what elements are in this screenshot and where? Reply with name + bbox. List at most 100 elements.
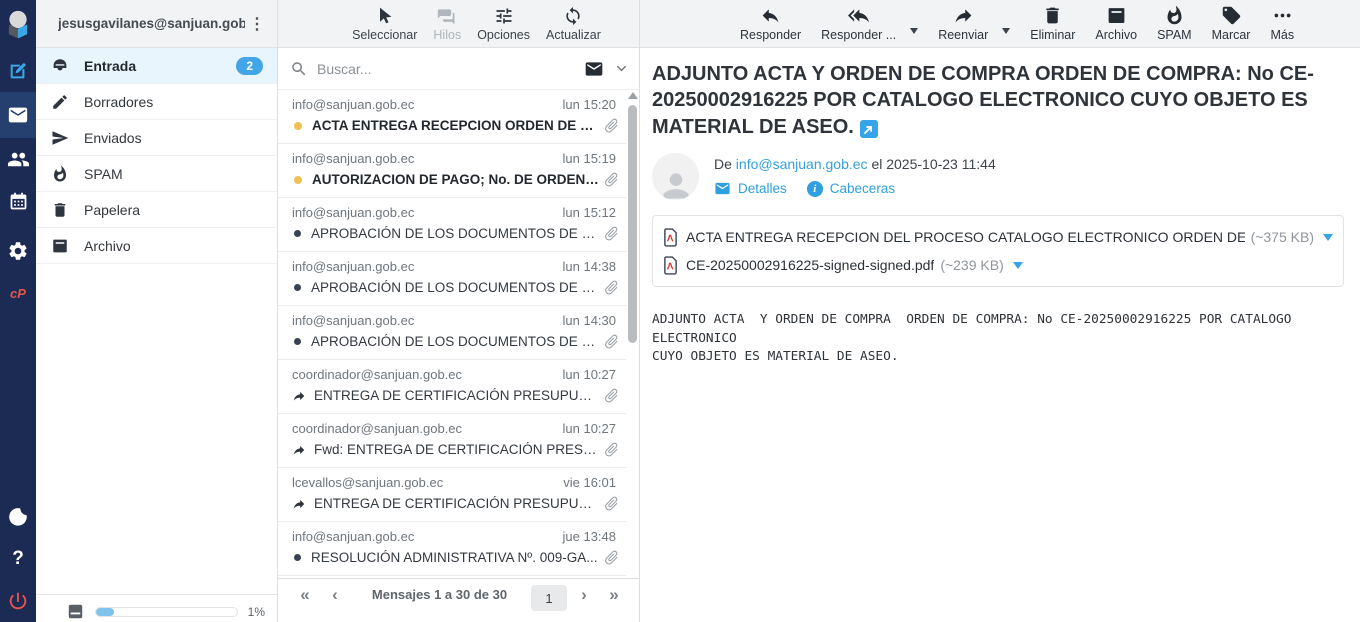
sidebar-folder-enviados[interactable]: Enviados	[36, 120, 277, 156]
folder-icon	[51, 165, 69, 183]
search-scope-mail-icon[interactable]	[584, 59, 604, 79]
select-button[interactable]: Seleccionar	[352, 6, 417, 42]
navbar-bottom-group: ?	[0, 496, 36, 622]
reply-all-label: Responder ...	[821, 28, 896, 42]
page-number-input[interactable]: 1	[531, 585, 567, 611]
dark-mode-button[interactable]	[0, 496, 36, 538]
more-dots-icon	[1272, 5, 1293, 26]
message-list-item[interactable]: info@sanjuan.gob.ec jue 13:34	[278, 576, 626, 578]
attachment-row[interactable]: CE-20250002916225-signed-signed.pdf (~23…	[663, 251, 1333, 279]
options-label: Opciones	[477, 28, 530, 42]
mail-view: Responder Responder ... Reenviar Elimina…	[640, 0, 1360, 622]
options-sliders-icon	[494, 6, 514, 26]
message-subject: Fwd: ENTREGA DE CERTIFICACIÓN PRESUP...	[314, 442, 599, 457]
attachments-box: ACTA ENTREGA RECEPCION DEL PROCESO CATAL…	[652, 215, 1344, 287]
spam-button[interactable]: SPAM	[1157, 5, 1192, 42]
attachment-menu-caret-icon[interactable]	[1323, 234, 1333, 241]
message-list-item[interactable]: info@sanjuan.gob.ec lun 14:30 APROBACIÓN…	[278, 306, 626, 360]
attachment-row[interactable]: ACTA ENTREGA RECEPCION DEL PROCESO CATAL…	[663, 223, 1333, 251]
reply-button[interactable]: Responder	[740, 5, 801, 42]
paperclip-icon	[599, 221, 623, 245]
message-list-item[interactable]: info@sanjuan.gob.ec lun 14:38 APROBACIÓN…	[278, 252, 626, 306]
threads-button[interactable]: Hilos	[433, 6, 461, 42]
settings-nav-button[interactable]	[0, 230, 36, 272]
search-bar	[278, 48, 639, 90]
tag-icon	[1221, 5, 1242, 26]
select-label: Seleccionar	[352, 28, 417, 42]
paperclip-icon	[599, 275, 623, 299]
message-row-top: info@sanjuan.gob.ec jue 13:48	[292, 529, 620, 544]
storage-quota-bar	[95, 607, 238, 617]
forwarded-status-icon	[292, 389, 306, 403]
last-page-button[interactable]: »	[601, 585, 627, 605]
message-list-item[interactable]: info@sanjuan.gob.ec lun 15:19 AUTORIZACI…	[278, 144, 626, 198]
message-list-item[interactable]: coordinador@sanjuan.gob.ec lun 10:27 ENT…	[278, 360, 626, 414]
compose-button[interactable]	[0, 50, 36, 92]
scrollbar-thumb[interactable]	[628, 105, 637, 343]
message-list-item[interactable]: info@sanjuan.gob.ec lun 15:20 ACTA ENTRE…	[278, 90, 626, 144]
first-page-button[interactable]: «	[292, 585, 318, 605]
search-input[interactable]	[317, 61, 584, 77]
help-button[interactable]: ?	[0, 538, 36, 580]
details-label: Detalles	[738, 181, 787, 196]
message-row-top: info@sanjuan.gob.ec lun 14:30	[292, 313, 620, 328]
message-list-item[interactable]: lcevallos@sanjuan.gob.ec vie 16:01 ENTRE…	[278, 468, 626, 522]
search-options-chevron-icon[interactable]	[614, 61, 629, 76]
message-sender: info@sanjuan.gob.ec	[292, 205, 414, 220]
attachment-name: ACTA ENTREGA RECEPCION DEL PROCESO CATAL…	[686, 229, 1245, 245]
sidebar-folder-entrada[interactable]: Entrada 2	[36, 48, 277, 84]
archive-button[interactable]: Archivo	[1095, 5, 1137, 42]
details-link[interactable]: Detalles	[714, 180, 787, 197]
message-date: vie 16:01	[563, 475, 616, 490]
cpanel-logo: cP	[10, 286, 26, 301]
attachment-menu-caret-icon[interactable]	[1013, 262, 1023, 269]
open-in-new-window-icon[interactable]	[860, 120, 878, 138]
calendar-nav-button[interactable]	[0, 180, 36, 222]
contacts-nav-button[interactable]	[0, 138, 36, 180]
sender-row: De info@sanjuan.gob.ec el 2025-10-23 11:…	[652, 153, 1346, 200]
spam-label: SPAM	[1157, 28, 1192, 42]
message-date: lun 14:38	[563, 259, 617, 274]
forwarded-status-icon	[292, 443, 306, 457]
message-sender: info@sanjuan.gob.ec	[292, 313, 414, 328]
subject-text: ADJUNTO ACTA Y ORDEN DE COMPRA ORDEN DE …	[652, 63, 1314, 138]
refresh-icon	[563, 6, 583, 26]
forward-label: Reenviar	[938, 28, 988, 42]
refresh-button[interactable]: Actualizar	[546, 6, 601, 42]
mark-button[interactable]: Marcar	[1212, 5, 1251, 42]
account-menu-button[interactable]: ⋮	[245, 14, 269, 34]
cpanel-nav-button[interactable]: cP	[0, 272, 36, 314]
sidebar-folder-archivo[interactable]: Archivo	[36, 228, 277, 264]
prev-page-button[interactable]: ‹	[322, 585, 348, 605]
message-list-item[interactable]: info@sanjuan.gob.ec lun 15:12 APROBACIÓN…	[278, 198, 626, 252]
message-list-item[interactable]: info@sanjuan.gob.ec jue 13:48 RESOLUCIÓN…	[278, 522, 626, 576]
reply-all-menu-caret[interactable]	[910, 28, 918, 34]
forward-menu-caret[interactable]	[1002, 28, 1010, 34]
message-subject: RESOLUCIÓN ADMINISTRATIVA Nº. 009-GA...	[311, 550, 599, 565]
message-sender: info@sanjuan.gob.ec	[292, 97, 414, 112]
logout-button[interactable]	[0, 580, 36, 622]
delete-button[interactable]: Eliminar	[1030, 5, 1075, 42]
options-button[interactable]: Opciones	[477, 6, 530, 42]
reply-all-button[interactable]: Responder ...	[821, 5, 896, 42]
fire-icon	[1164, 5, 1185, 26]
contacts-icon	[7, 148, 30, 171]
storage-footer: 1%	[36, 594, 277, 621]
forward-icon	[953, 5, 974, 26]
message-list-item[interactable]: coordinador@sanjuan.gob.ec lun 10:27 Fwd…	[278, 414, 626, 468]
sidebar-folder-borradores[interactable]: Borradores	[36, 84, 277, 120]
sidebar-folder-papelera[interactable]: Papelera	[36, 192, 277, 228]
next-page-button[interactable]: ›	[571, 585, 597, 605]
mail-nav-button[interactable]	[0, 92, 36, 138]
sidebar-folder-spam[interactable]: SPAM	[36, 156, 277, 192]
headers-label: Cabeceras	[830, 181, 895, 196]
sender-email-link[interactable]: info@sanjuan.gob.ec	[736, 156, 868, 172]
headers-link[interactable]: i Cabeceras	[807, 181, 895, 197]
status-dot-icon	[294, 338, 301, 345]
power-icon	[7, 590, 29, 612]
roundcube-logo-icon[interactable]	[0, 0, 36, 50]
forward-button[interactable]: Reenviar	[938, 5, 988, 42]
list-scrollbar[interactable]	[627, 92, 638, 578]
scrollbar-up-arrow[interactable]	[628, 92, 638, 99]
more-button[interactable]: Más	[1270, 5, 1294, 42]
